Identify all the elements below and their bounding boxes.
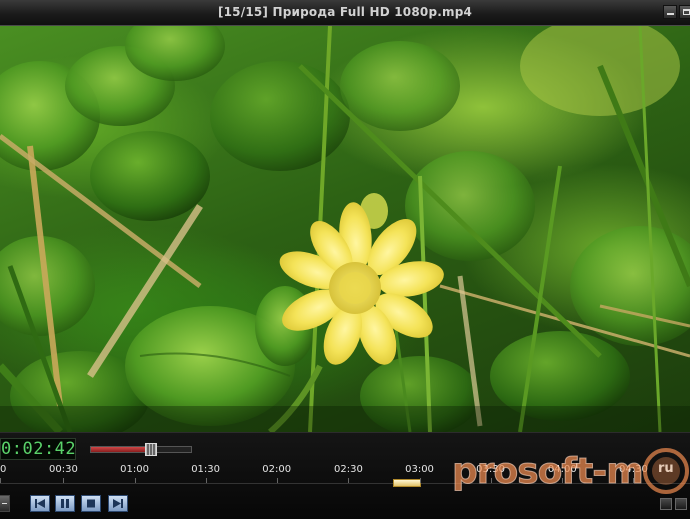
menu-button[interactable]	[0, 495, 10, 512]
maximize-button[interactable]	[679, 5, 690, 19]
pause-icon	[61, 499, 69, 508]
volume-slider[interactable]	[90, 443, 192, 456]
next-button[interactable]	[108, 495, 128, 512]
timeline-tick-label: 03:30	[476, 464, 505, 475]
timeline-tick-label: 03:00	[405, 464, 434, 475]
window-title: [15/15] Природа Full HD 1080p.mp4	[217, 5, 473, 19]
timeline-tick-label: 0	[0, 464, 7, 475]
video-scene	[0, 26, 690, 432]
timeline-tick-label: 01:00	[120, 464, 149, 475]
minimize-button[interactable]	[663, 5, 677, 19]
timeline-tick-mark	[348, 478, 350, 483]
title-bar[interactable]: [15/15] Природа Full HD 1080p.mp4	[0, 0, 690, 26]
timeline-tick-label: 04:00	[547, 464, 577, 475]
transport-bar	[0, 493, 690, 517]
timeline-tick-mark	[562, 478, 564, 483]
options-button[interactable]	[675, 498, 687, 510]
media-player-window: [15/15] Природа Full HD 1080p.mp4 0:02:4…	[0, 0, 690, 519]
seek-thumb[interactable]	[393, 479, 422, 487]
timeline-tick-mark	[205, 478, 207, 483]
control-panel: 0:02:42 0 00:30 01:00 01:30 02:00 02:30 03:00 0…	[0, 432, 690, 519]
timeline-tick-mark	[419, 478, 421, 483]
timeline-tick-label: 02:30	[334, 464, 363, 475]
timeline-tick-mark	[0, 478, 1, 483]
timeline-tick-label: 02:00	[262, 464, 292, 475]
previous-button[interactable]	[30, 495, 50, 512]
seek-track	[0, 483, 690, 484]
next-icon	[113, 499, 123, 508]
timeline-tick-mark	[134, 478, 136, 483]
stop-button[interactable]	[81, 495, 101, 512]
timeline-tick-mark	[276, 478, 278, 483]
stop-icon	[87, 499, 95, 508]
pause-button[interactable]	[55, 495, 75, 512]
timeline-tick-label: 01:30	[191, 464, 221, 475]
seek-timeline[interactable]: 0 00:30 01:00 01:30 02:00 02:30 03:00 03:30 04:0…	[0, 461, 690, 495]
video-frame[interactable]	[0, 26, 690, 432]
timeline-tick-mark	[490, 478, 492, 483]
timeline-tick-label: 04:30	[618, 464, 648, 475]
timeline-tick-mark	[63, 478, 65, 483]
timeline-tick-mark	[633, 478, 635, 483]
playlist-toggle-button[interactable]	[660, 498, 672, 510]
volume-thumb[interactable]	[145, 443, 157, 456]
previous-icon	[35, 499, 45, 508]
timeline-tick-label: 00:30	[49, 464, 78, 475]
current-time-display: 0:02:42	[0, 438, 77, 460]
volume-fill	[91, 447, 151, 452]
